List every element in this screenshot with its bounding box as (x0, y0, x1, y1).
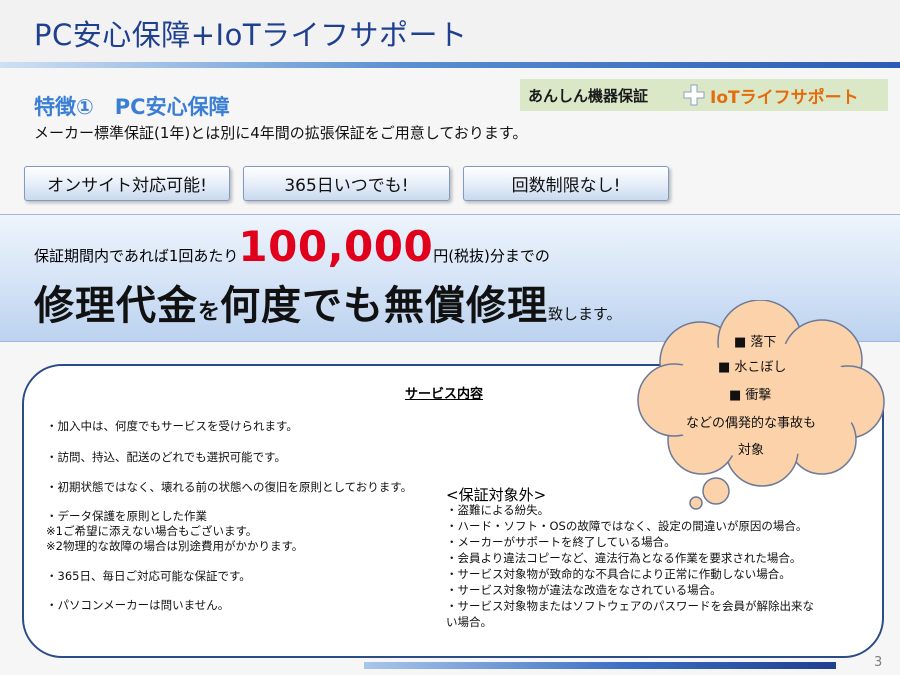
coverage-amount: 100,000 (238, 222, 434, 271)
feature-title: 特徴① PC安心保障 (34, 95, 230, 119)
service-item: ・訪問、持込、配送のどれでも選択可能です。 (46, 450, 287, 464)
exclusions-title: <保証対象外> (446, 486, 547, 504)
banner-line1-prefix: 保証期間内であれば1回あたり (34, 247, 239, 265)
exclusion-item: ・サービス対象物が違法な改造をなされている場合。 (446, 583, 722, 597)
banner-free-repair: 何度でも無償修理 (220, 283, 549, 329)
banner-line-1: 保証期間内であれば1回あたり100,000円(税抜)分までの (34, 222, 550, 271)
service-item: ・パソコンメーカーは問いません。 (46, 598, 230, 612)
footer-bar (364, 662, 836, 669)
cloud-item-drop: ■ 落下 (734, 335, 777, 350)
feature-description: メーカー標準保証(1年)とは別に4年間の拡張保証をご用意しております。 (34, 124, 528, 142)
service-item: ・加入中は、何度でもサービスを受けられます。 (46, 419, 298, 433)
exclusion-item: ・ハード・ソフト・OSの故障ではなく、設定の間違いが原因の場合。 (446, 519, 808, 533)
service-item: ・データ保護を原則とした作業 (46, 509, 207, 523)
exclusion-item: ・会員より違法コピーなど、違法行為となる作業を要求された場合。 (446, 551, 802, 565)
banner-repair-cost: 修理代金 (34, 283, 198, 329)
exclusion-item: ・メーカーがサポートを終了している場合。 (446, 535, 676, 549)
cloud-item-impact: ■ 衝撃 (729, 388, 772, 403)
plus-cross-icon (683, 84, 705, 106)
exclusion-item: ・サービス対象物が致命的な不具合により正常に作動しない場合。 (446, 567, 791, 581)
service-note: ※1ご希望に添えない場合もございます。 (46, 524, 258, 538)
logo-left-text: あんしん機器保証 (528, 87, 649, 105)
exclusion-item: い場合。 (446, 615, 492, 629)
page-title: PC安心保障+IoTライフサポート (34, 18, 468, 52)
service-heading: サービス内容 (405, 387, 484, 402)
cloud-item-accidents: などの偶発的な事故も (686, 416, 817, 431)
service-item: ・365日、毎日ご対応可能な保証です。 (46, 569, 251, 583)
unlimited-badge: 回数制限なし! (463, 166, 669, 201)
service-item: ・初期状態ではなく、壊れる前の状態への復旧を原則としております。 (46, 480, 413, 494)
cloud-item-water: ■ 水こぼし (718, 360, 787, 375)
page-number: 3 (874, 655, 883, 670)
365-days-badge: 365日いつでも! (243, 166, 450, 201)
service-logo: あんしん機器保証 IoTライフサポート (520, 79, 888, 111)
logo-right-text: IoTライフサポート (710, 88, 859, 108)
banner-line-2: 修理代金を何度でも無償修理致します。 (34, 273, 622, 331)
banner-line2-suffix: 致します。 (548, 305, 622, 323)
banner-particle: を (198, 300, 221, 325)
banner-line1-suffix: 円(税抜)分までの (433, 247, 550, 265)
cloud-item-covered: 対象 (738, 443, 765, 458)
service-note: ※2物理的な故障の場合は別途費用がかかります。 (46, 539, 304, 553)
exclusion-item: ・サービス対象物またはソフトウェアのパスワードを会員が解除出来な (446, 599, 814, 613)
onsite-badge: オンサイト対応可能! (24, 166, 230, 201)
exclusion-item: ・盗難による紛失。 (446, 503, 550, 517)
